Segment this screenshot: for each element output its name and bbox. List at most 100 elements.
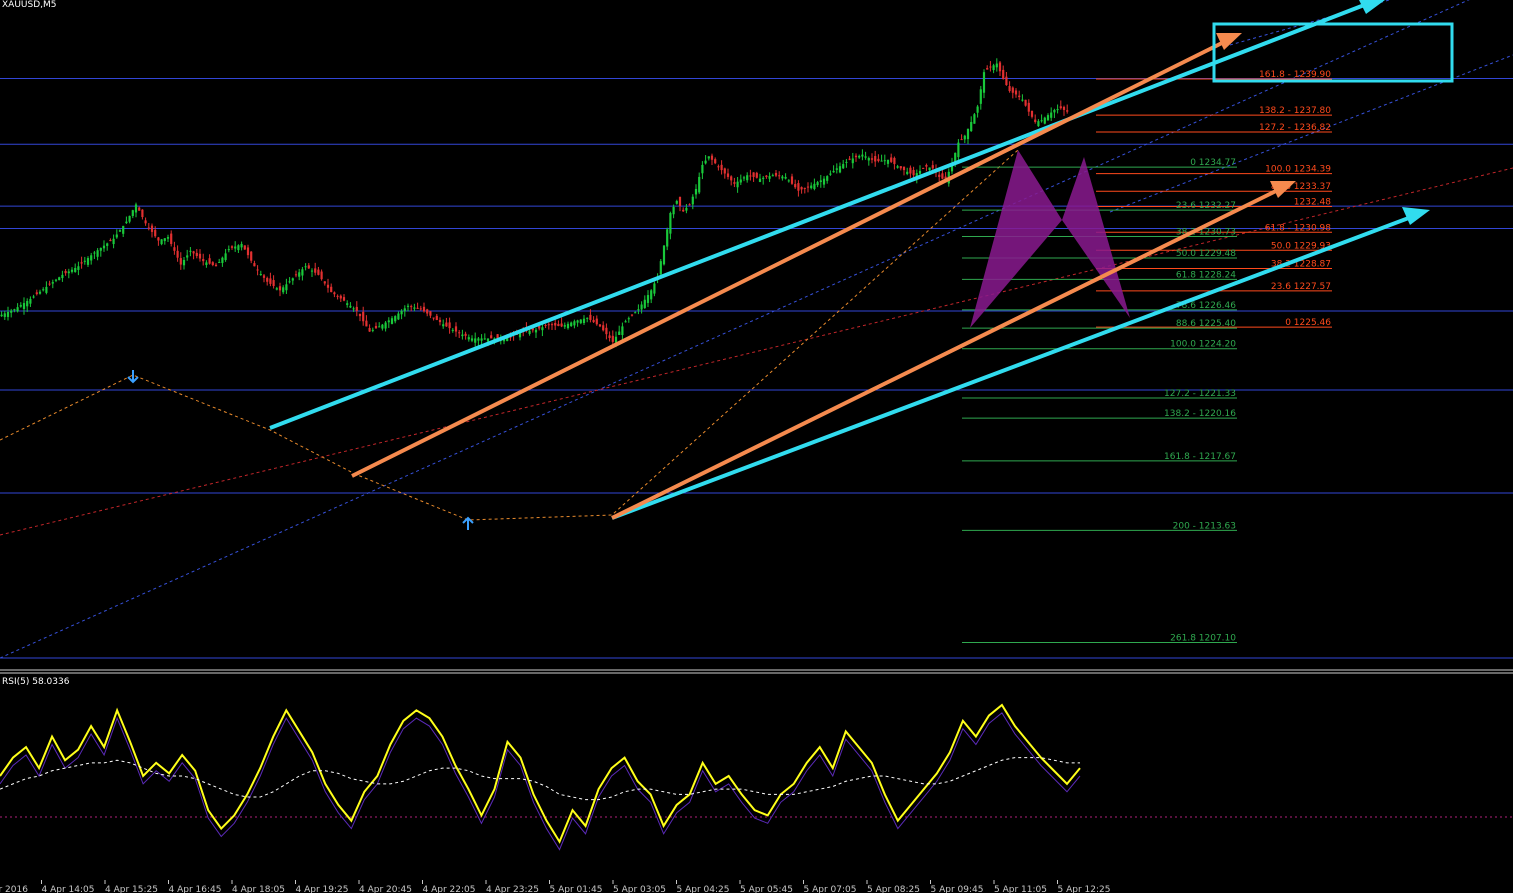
candle-body bbox=[298, 272, 301, 277]
candle-body bbox=[77, 266, 80, 270]
candle-body bbox=[976, 106, 979, 113]
candle-body bbox=[22, 303, 26, 309]
candle-body bbox=[272, 280, 275, 287]
chart-canvas: 161.8 - 1239.90 138.2 - 1237.80 127.2 - 12… bbox=[0, 0, 1513, 893]
candle-body bbox=[762, 177, 765, 179]
candle-body bbox=[925, 165, 928, 167]
candle-body bbox=[730, 176, 733, 181]
candle-body bbox=[1002, 69, 1005, 80]
candle-body bbox=[26, 300, 29, 307]
candle-body bbox=[179, 258, 182, 265]
candle-body bbox=[154, 230, 157, 237]
candle-body bbox=[826, 176, 829, 181]
candle-body bbox=[6, 311, 10, 317]
candle-body bbox=[38, 291, 42, 294]
candle-body bbox=[371, 329, 374, 331]
candle-body bbox=[685, 207, 688, 211]
candle-body bbox=[653, 283, 656, 294]
candle-body bbox=[419, 308, 422, 310]
candle-body bbox=[294, 274, 298, 276]
candle-body bbox=[666, 229, 669, 247]
candle-body bbox=[246, 247, 250, 256]
time-tick-label: 5 Apr 05:45 bbox=[740, 885, 793, 893]
candle-body bbox=[752, 172, 755, 177]
time-tick-label: 4 Apr 20:45 bbox=[359, 885, 412, 893]
candle-body bbox=[957, 142, 960, 158]
candle-body bbox=[1062, 106, 1066, 110]
candle-body bbox=[458, 332, 461, 334]
candle-body bbox=[560, 323, 563, 327]
candle-body bbox=[470, 338, 474, 341]
candle-body bbox=[659, 261, 662, 275]
candle-body bbox=[259, 274, 262, 276]
candle-body bbox=[829, 173, 832, 175]
candle-body bbox=[774, 172, 778, 176]
candle-body bbox=[384, 322, 387, 329]
candle-body bbox=[842, 164, 845, 169]
candle-body bbox=[570, 322, 573, 327]
candle-body bbox=[234, 246, 237, 249]
candle-body bbox=[397, 313, 400, 320]
candle-body bbox=[320, 271, 323, 280]
time-tick-label: 5 Apr 01:45 bbox=[550, 885, 603, 893]
candle-body bbox=[941, 173, 944, 179]
candle-body bbox=[374, 325, 378, 329]
fib-level-label: 138.2 - 1220.16 bbox=[1164, 409, 1236, 419]
candle-body bbox=[611, 335, 614, 342]
candle-body bbox=[355, 306, 358, 311]
candle-body bbox=[720, 164, 723, 171]
candle-body bbox=[224, 253, 227, 260]
candle-body bbox=[214, 264, 218, 267]
candle-body bbox=[282, 287, 285, 293]
candle-body bbox=[477, 338, 480, 341]
candle-body bbox=[810, 185, 813, 189]
candle-body bbox=[701, 164, 704, 174]
candle-body bbox=[554, 322, 557, 326]
candle-body bbox=[176, 250, 179, 258]
candle-body bbox=[637, 309, 640, 311]
time-tick-label: 4 Apr 16:45 bbox=[169, 885, 222, 893]
fib-level-label: 261.8 1207.10 bbox=[1170, 634, 1236, 644]
candle-body bbox=[966, 128, 970, 140]
candle-body bbox=[1008, 86, 1011, 92]
candle-body bbox=[998, 62, 1002, 72]
candle-body bbox=[986, 68, 989, 70]
candle-body bbox=[262, 275, 266, 278]
candle-body bbox=[147, 227, 150, 229]
candle-body bbox=[541, 327, 544, 331]
candle-body bbox=[144, 220, 147, 224]
candle-body bbox=[1046, 115, 1050, 121]
candle-body bbox=[982, 72, 986, 93]
time-tick-label: 5 Apr 04:25 bbox=[677, 885, 730, 893]
candle-body bbox=[899, 166, 902, 169]
candle-body bbox=[400, 310, 403, 315]
candle-body bbox=[835, 168, 838, 170]
candle-body bbox=[410, 306, 413, 308]
chart-title: XAUUSD,M5 bbox=[2, 0, 57, 10]
candle-body bbox=[845, 161, 848, 163]
time-tick-label: 5 Apr 09:45 bbox=[931, 885, 984, 893]
candle-body bbox=[467, 337, 470, 340]
candle-body bbox=[422, 306, 426, 312]
candle-body bbox=[614, 336, 618, 343]
candle-body bbox=[794, 184, 797, 188]
candle-body bbox=[877, 158, 880, 162]
candle-body bbox=[115, 234, 118, 238]
candle-body bbox=[125, 221, 128, 224]
fib-level-label: 161.8 - 1239.90 bbox=[1259, 70, 1331, 80]
candle-body bbox=[893, 157, 896, 165]
candle-body bbox=[336, 295, 339, 297]
candle-body bbox=[189, 250, 192, 252]
candle-body bbox=[602, 325, 605, 331]
candle-body bbox=[669, 213, 672, 234]
candle-body bbox=[758, 178, 762, 182]
candle-body bbox=[963, 135, 966, 140]
candle-body bbox=[650, 290, 653, 300]
candle-body bbox=[314, 268, 317, 273]
candle-body bbox=[99, 247, 102, 251]
candle-body bbox=[848, 158, 851, 160]
candle-body bbox=[851, 158, 854, 164]
candle-body bbox=[291, 278, 294, 281]
candle-body bbox=[874, 156, 877, 162]
candle-body bbox=[1037, 121, 1040, 127]
